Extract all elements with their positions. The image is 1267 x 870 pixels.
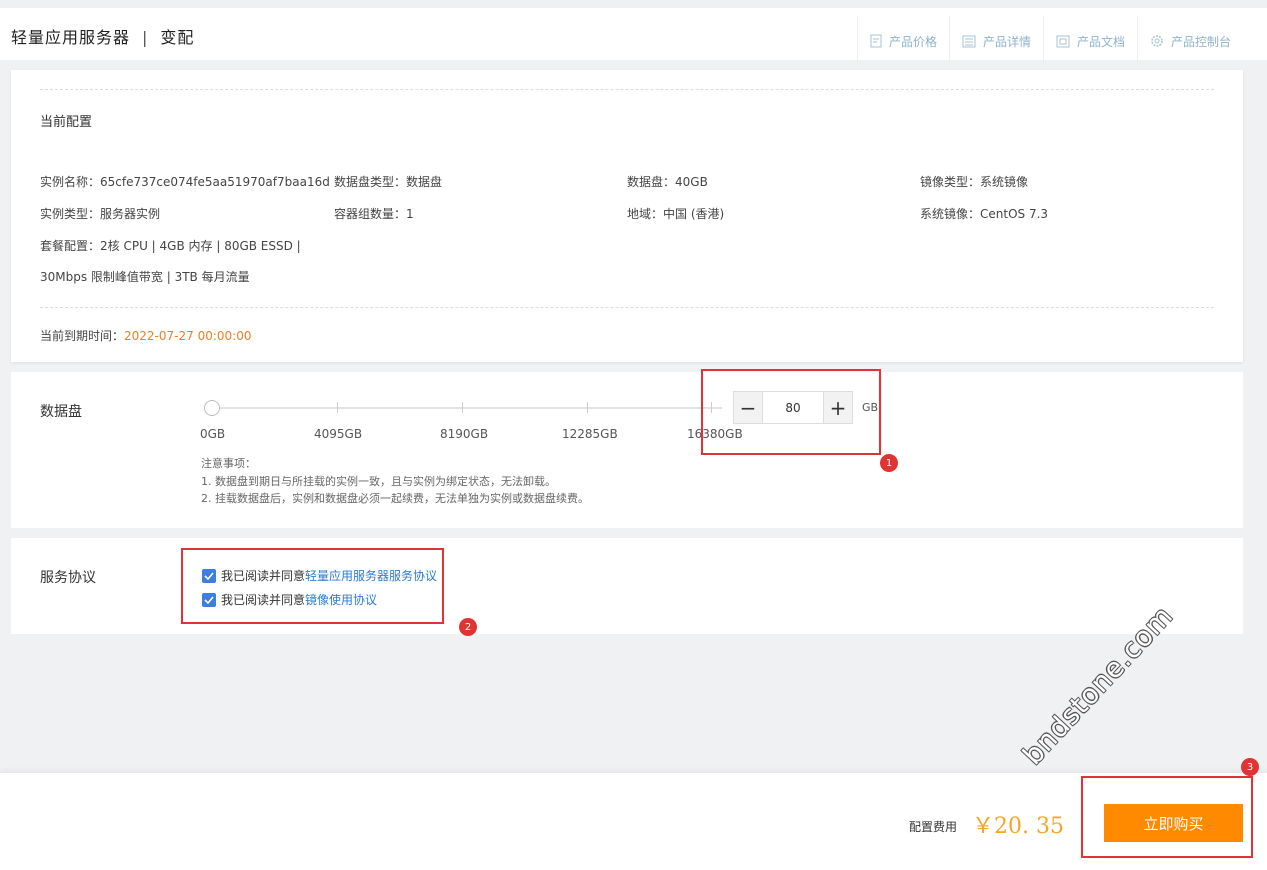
link-product-docs[interactable]: 产品文档	[1042, 16, 1137, 66]
title-separator: |	[142, 28, 149, 47]
top-links: 产品价格 产品详情 产品文档 产品控制台	[856, 16, 1243, 66]
slider-tick	[587, 402, 588, 413]
agreement-label: 服务协议	[40, 570, 96, 586]
note-item: 1. 数据盘到期日与所挂载的实例一致，且与实例为绑定状态，无法卸载。	[201, 474, 556, 488]
info-package: 套餐配置：2核 CPU | 4GB 内存 | 80GB ESSD |	[40, 239, 301, 253]
link-label: 产品控制台	[1170, 34, 1231, 49]
top-bar: 轻量应用服务器 | 变配 产品价格 产品详情 产品文档 产品控制台	[0, 0, 1267, 66]
section-title: 当前配置	[40, 115, 93, 130]
info-container-count: 容器组数量：1	[334, 207, 414, 221]
slider-label: 12285GB	[562, 427, 618, 441]
divider	[40, 89, 1214, 90]
slider-label: 8190GB	[440, 427, 489, 441]
fee-value: ￥20. 35	[972, 814, 1064, 839]
doc-icon	[870, 34, 882, 48]
disk-slider-track[interactable]	[212, 407, 722, 409]
link-product-detail[interactable]: 产品详情	[948, 16, 1043, 66]
current-config-card: 当前配置 实例名称：65cfe737ce074fe5aa51970af7baa1…	[11, 70, 1243, 362]
link-product-price[interactable]: 产品价格	[856, 16, 949, 66]
info-region: 地域：中国 (香港)	[627, 207, 725, 221]
footer-bar: 配置费用 ￥20. 35 立即购买	[0, 773, 1267, 870]
slider-tick	[462, 402, 463, 413]
product-name: 轻量应用服务器	[11, 28, 131, 47]
info-image-type: 镜像类型：系统镜像	[920, 175, 1029, 189]
disk-slider-handle[interactable]	[204, 400, 220, 416]
link-label: 产品价格	[888, 34, 937, 49]
info-system-image: 系统镜像：CentOS 7.3	[920, 207, 1049, 221]
page-title: 轻量应用服务器 | 变配	[11, 24, 194, 48]
info-instance-type: 实例类型：服务器实例	[40, 207, 161, 221]
data-disk-label: 数据盘	[40, 404, 82, 420]
book-icon	[1056, 35, 1070, 47]
divider	[40, 307, 1214, 308]
page-subtitle: 变配	[160, 28, 195, 47]
expire-time: 当前到期时间：2022-07-27 00:00:00	[40, 329, 252, 343]
info-disk-type: 数据盘类型：数据盘	[334, 175, 443, 189]
info-data-disk: 数据盘：40GB	[627, 175, 708, 189]
slider-tick	[337, 402, 338, 413]
annotation-badge-2: 2	[459, 618, 477, 636]
link-label: 产品详情	[982, 34, 1031, 49]
info-instance-name: 实例名称：65cfe737ce074fe5aa51970af7baa16d	[40, 175, 330, 189]
disk-notes: 注意事项： 1. 数据盘到期日与所挂载的实例一致，且与实例为绑定状态，无法卸载。…	[201, 455, 589, 508]
link-product-console[interactable]: 产品控制台	[1136, 16, 1243, 66]
fee-label: 配置费用	[909, 820, 958, 834]
data-disk-card: 数据盘 0GB 4095GB 8190GB 12285GB 16380GB − …	[11, 372, 1243, 528]
list-icon	[962, 35, 976, 47]
annotation-box-2	[181, 548, 444, 624]
note-item: 2. 挂载数据盘后，实例和数据盘必须一起续费，无法单独为实例或数据盘续费。	[201, 492, 589, 505]
annotation-box-1	[701, 369, 881, 455]
gear-icon	[1151, 35, 1163, 47]
annotation-badge-3: 3	[1241, 758, 1259, 776]
slider-label: 0GB	[200, 427, 226, 441]
annotation-badge-1: 1	[880, 454, 898, 472]
annotation-box-3	[1081, 776, 1253, 858]
info-package-line2: 30Mbps 限制峰值带宽 | 3TB 每月流量	[40, 270, 250, 284]
link-label: 产品文档	[1076, 34, 1125, 49]
notes-title: 注意事项：	[201, 457, 256, 470]
slider-label: 4095GB	[314, 427, 363, 441]
